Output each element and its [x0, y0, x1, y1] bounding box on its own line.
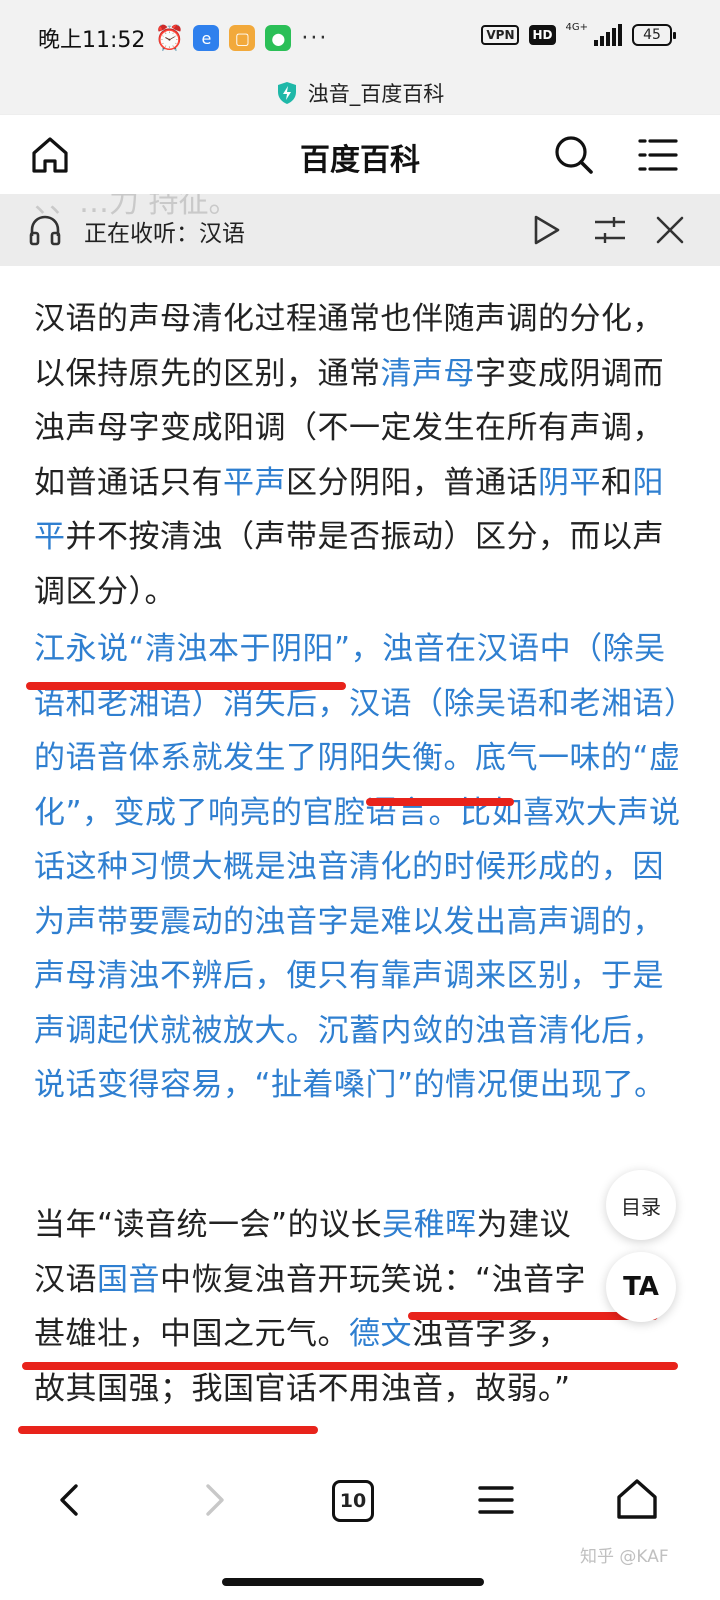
menu-icon[interactable]: [636, 133, 680, 177]
site-title: 百度百科: [300, 143, 420, 178]
audio-listen-bar: 、、…力 持征。 正在收听：汉语: [0, 194, 720, 266]
annotation-underline: [22, 1362, 678, 1370]
browser-menu-icon[interactable]: [474, 1478, 518, 1522]
link-wu-zhihui[interactable]: 吴稚晖: [382, 1207, 477, 1243]
annotation-underline: [26, 682, 346, 690]
status-time: 晚上11:52: [38, 28, 146, 53]
text-segment: 区分阴阳，普通话: [286, 464, 538, 501]
paragraph-wu-zhihui: 当年“读音统一会”的议长吴稚晖为建议汉语国音中恢复浊音开玩笑说：“浊音字甚雄壮，…: [34, 1198, 594, 1416]
shield-icon: [277, 82, 296, 104]
font-size-button[interactable]: TA: [606, 1252, 676, 1322]
bottom-navigation: 10 知乎 @KAF: [0, 1450, 720, 1600]
gesture-handle[interactable]: [222, 1578, 484, 1586]
annotation-underline: [366, 798, 514, 806]
table-of-contents-button[interactable]: 目录: [606, 1170, 676, 1240]
headphone-icon: [29, 215, 61, 246]
forward-arrow-icon[interactable]: [192, 1478, 236, 1522]
wechat-icon: ●: [265, 25, 292, 51]
signal-icon: [594, 24, 622, 46]
text-segment: 和: [601, 464, 633, 501]
status-right: VPN HD 4G+ 45: [481, 21, 676, 46]
tab-title: 浊音_百度百科: [307, 82, 445, 106]
page-title-bar[interactable]: 浊音_百度百科: [0, 72, 720, 114]
paragraph-tone-split: 汉语的声母清化过程通常也伴随声调的分化，以保持原先的区别，通常清声母字变成阴调而…: [34, 292, 684, 619]
back-arrow-icon[interactable]: [48, 1478, 92, 1522]
link-guoyin[interactable]: 国音: [97, 1262, 160, 1298]
status-bar: 晚上11:52 ⏰ e ▢ ● ··· VPN HD 4G+ 45: [0, 0, 720, 72]
network-type: 4G+: [565, 21, 589, 33]
browser-app-icon: e: [193, 25, 220, 51]
home-icon[interactable]: [28, 133, 72, 177]
paragraph-jiang-yong: 江永说“清浊本于阴阳”，浊音在汉语中（除吴语和老湘语）消失后，汉语（除吴语和老湘…: [34, 631, 681, 1103]
now-listening-label: 正在收听：汉语: [84, 221, 245, 247]
audio-settings-icon[interactable]: [592, 212, 628, 248]
notes-app-icon: ▢: [229, 25, 256, 51]
text-segment: 当年“读音统一会”的议长: [34, 1207, 383, 1243]
site-header: 百度百科: [0, 114, 720, 194]
more-notifications-icon: ···: [301, 25, 329, 51]
annotation-underline: [18, 1426, 318, 1434]
browser-home-icon[interactable]: [614, 1476, 660, 1522]
link-pingsheng[interactable]: 平声: [223, 465, 286, 501]
link-yinping[interactable]: 阴平: [538, 465, 601, 501]
battery-icon: 45: [632, 24, 676, 46]
search-icon[interactable]: [552, 133, 596, 177]
alarm-icon: ⏰: [154, 24, 185, 52]
hd-badge: HD: [529, 25, 556, 45]
close-icon[interactable]: [652, 212, 688, 248]
vpn-badge: VPN: [481, 25, 520, 45]
text-segment: 并不按清浊（声带是否振动）区分，而以声调区分）。: [34, 519, 664, 610]
link-dewen[interactable]: 德文: [349, 1316, 412, 1352]
play-icon[interactable]: [528, 212, 564, 248]
link-qing-shengmu[interactable]: 清声母: [381, 356, 476, 392]
zhihu-watermark: 知乎 @KAF: [580, 1547, 669, 1567]
tabs-count-button[interactable]: 10: [332, 1480, 374, 1522]
status-left: 晚上11:52 ⏰ e ▢ ● ···: [38, 22, 328, 54]
